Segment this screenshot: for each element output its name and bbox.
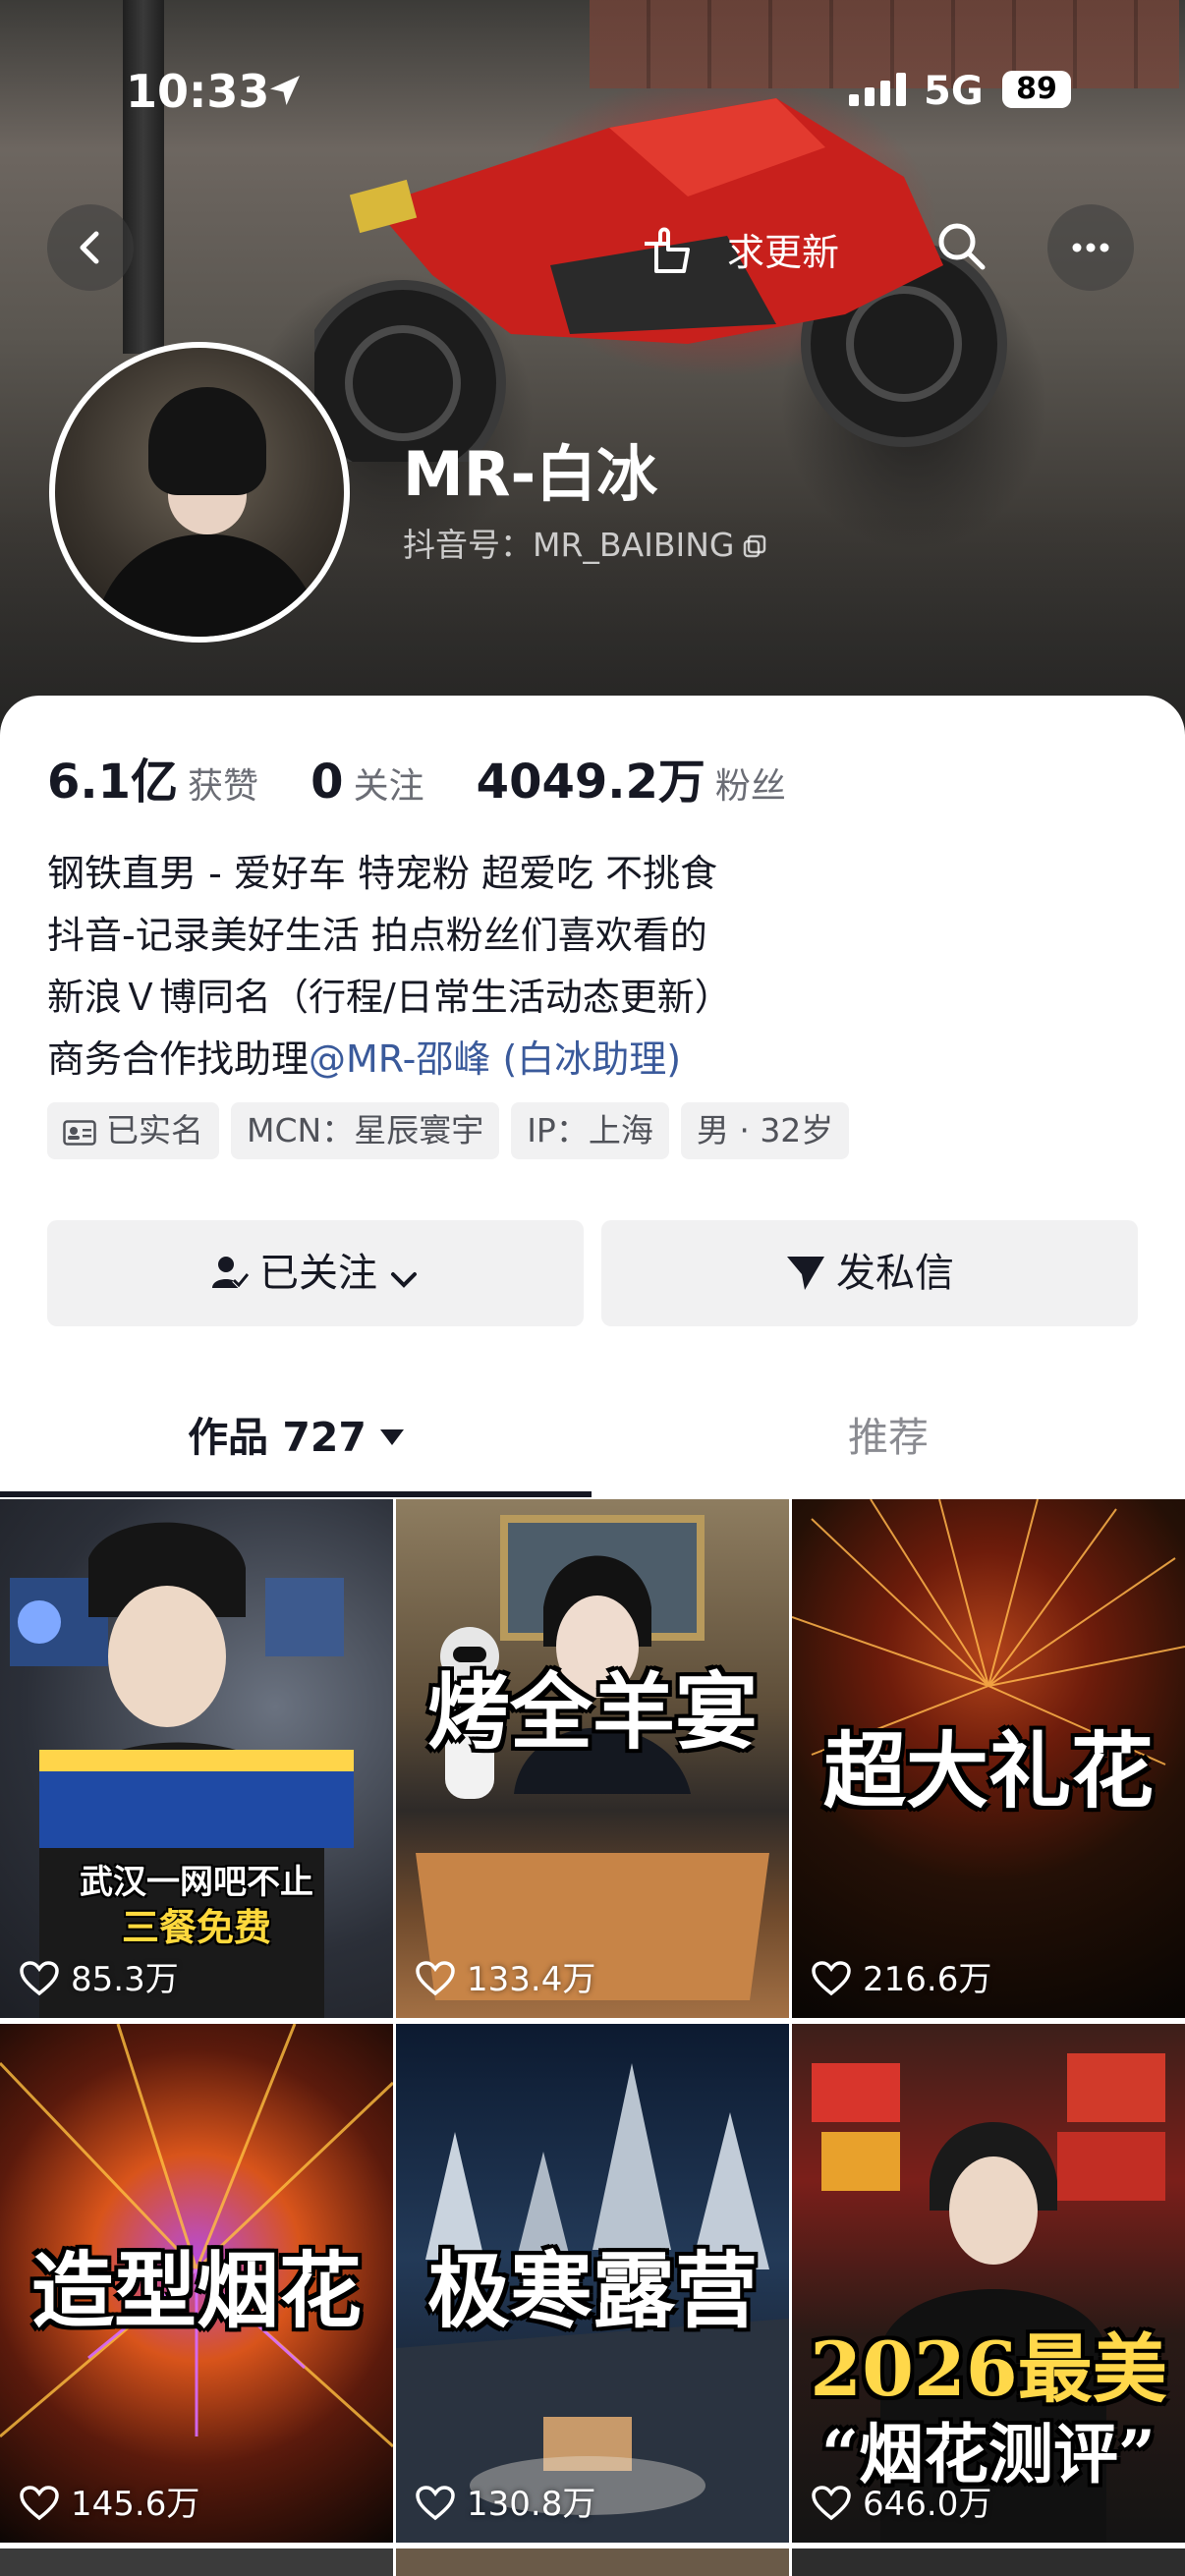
- video-caption: 极寒露营: [426, 2242, 758, 2339]
- tag-verified[interactable]: 已实名: [47, 1102, 219, 1159]
- bio-line-business: 商务合作找助理@MR-邵峰 (白冰助理): [47, 1029, 1128, 1091]
- video-caption: 造型烟花: [30, 2242, 362, 2339]
- tag-gender-age: 男 · 32岁: [680, 1102, 850, 1159]
- followed-label: 已关注: [259, 1251, 377, 1296]
- heart-icon: [416, 1961, 455, 1996]
- video-caption: 超大礼花: [822, 1722, 1154, 1820]
- account-id: 抖音号：MR_BAIBING: [403, 526, 735, 564]
- content-tabs: 作品 727 推荐: [0, 1383, 1185, 1491]
- heart-icon: [20, 2486, 59, 2521]
- video-likes: 646.0万: [812, 2477, 991, 2525]
- video-card[interactable]: 造型烟花 145.6万: [0, 2024, 393, 2543]
- video-card-partial[interactable]: [792, 2548, 1185, 2576]
- video-card[interactable]: 超大礼花 216.6万: [792, 1499, 1185, 2018]
- caret-down-icon: [379, 1429, 404, 1445]
- profile-card: 6.1亿 获赞 0 关注 4049.2万 粉丝 钢铁直男 - 爱好车 特宠粉 超爱吃 …: [0, 696, 1185, 2576]
- avatar[interactable]: [49, 342, 350, 643]
- id-card-icon: [63, 1120, 96, 1146]
- stat-followers[interactable]: 4049.2万 粉丝: [477, 743, 786, 812]
- video-caption-highlight: 三餐免费: [121, 1906, 271, 1949]
- urge-update-label: 求更新: [727, 231, 840, 274]
- followed-button[interactable]: 已关注: [47, 1220, 584, 1326]
- profile-nickname: MR-白冰: [403, 438, 658, 510]
- video-card-partial[interactable]: [0, 2548, 393, 2576]
- video-card[interactable]: 烤全羊宴 133.4万: [396, 1499, 789, 2018]
- video-caption: 烤全羊宴: [426, 1663, 758, 1761]
- tag-mcn[interactable]: MCN：星辰寰宇: [231, 1102, 500, 1159]
- heart-icon: [812, 1961, 851, 1996]
- copy-icon[interactable]: [742, 533, 767, 559]
- video-card[interactable]: 武汉一网吧不止 三餐免费 85.3万: [0, 1499, 393, 2018]
- tab-recommend[interactable]: 推荐: [592, 1383, 1185, 1491]
- network-type: 5G: [924, 69, 984, 114]
- more-dots-icon: [1072, 243, 1109, 252]
- stat-likes[interactable]: 6.1亿 获赞: [47, 743, 258, 812]
- banner-lamp-pole: [123, 0, 164, 354]
- bio-line: 抖音-记录美好生活 拍点粉丝们喜欢看的: [47, 914, 707, 957]
- video-card[interactable]: 极寒露营 130.8万: [396, 2024, 789, 2543]
- heart-icon: [20, 1961, 59, 1996]
- video-card[interactable]: 2026最美 “烟花测评” 646.0万: [792, 2024, 1185, 2543]
- send-message-button[interactable]: 发私信: [601, 1220, 1138, 1326]
- video-caption: 2026最美: [810, 2325, 1167, 2413]
- tag-ip-location: IP：上海: [511, 1102, 669, 1159]
- video-card-partial[interactable]: [396, 2548, 789, 2576]
- pointing-hand-icon: [645, 227, 690, 273]
- user-check-icon: [212, 1257, 250, 1289]
- video-likes: 145.6万: [20, 2477, 199, 2525]
- send-paper-plane-icon: [787, 1257, 824, 1290]
- stats-row: 6.1亿 获赞 0 关注 4049.2万 粉丝: [47, 743, 833, 812]
- status-time: 10:33: [126, 65, 270, 118]
- bio-line: 钢铁直男 - 爱好车 特宠粉 超爱吃 不挑食: [47, 852, 718, 895]
- tab-works[interactable]: 作品 727: [0, 1383, 592, 1491]
- video-likes: 130.8万: [416, 2477, 595, 2525]
- location-arrow-icon: [270, 76, 300, 105]
- stat-following[interactable]: 0 关注: [310, 755, 423, 810]
- more-options-button[interactable]: [1047, 204, 1134, 291]
- video-likes: 85.3万: [20, 1952, 179, 2000]
- profile-tags: 已实名 MCN：星辰寰宇 IP：上海男 · 32岁: [47, 1102, 861, 1161]
- search-icon[interactable]: [933, 218, 988, 273]
- bio-line: 新浪Ｖ博同名（行程/日常生活动态更新）: [47, 976, 732, 1019]
- send-message-label: 发私信: [836, 1251, 954, 1296]
- motorcycle-image: [314, 98, 1007, 462]
- video-likes: 216.6万: [812, 1952, 991, 2000]
- profile-bio: 钢铁直男 - 爱好车 特宠粉 超爱吃 不挑食 抖音-记录美好生活 拍点粉丝们喜欢…: [47, 843, 1128, 1091]
- signal-icon: [849, 73, 906, 106]
- assistant-mention-link[interactable]: @MR-邵峰 (白冰助理): [309, 1037, 681, 1081]
- battery-indicator: 89: [1002, 71, 1071, 108]
- chevron-down-icon: [391, 1272, 417, 1288]
- account-id-row[interactable]: 抖音号：MR_BAIBING: [403, 519, 767, 566]
- status-bar: 10:33 5G 89: [0, 59, 1185, 128]
- heart-icon: [812, 2486, 851, 2521]
- back-button[interactable]: [47, 204, 134, 291]
- video-caption: 武汉一网吧不止: [80, 1863, 313, 1902]
- business-prefix: 商务合作找助理: [47, 1037, 310, 1081]
- active-tab-indicator: [0, 1491, 592, 1497]
- video-likes: 133.4万: [416, 1952, 595, 2000]
- chevron-left-icon: [80, 231, 99, 264]
- heart-icon: [416, 2486, 455, 2521]
